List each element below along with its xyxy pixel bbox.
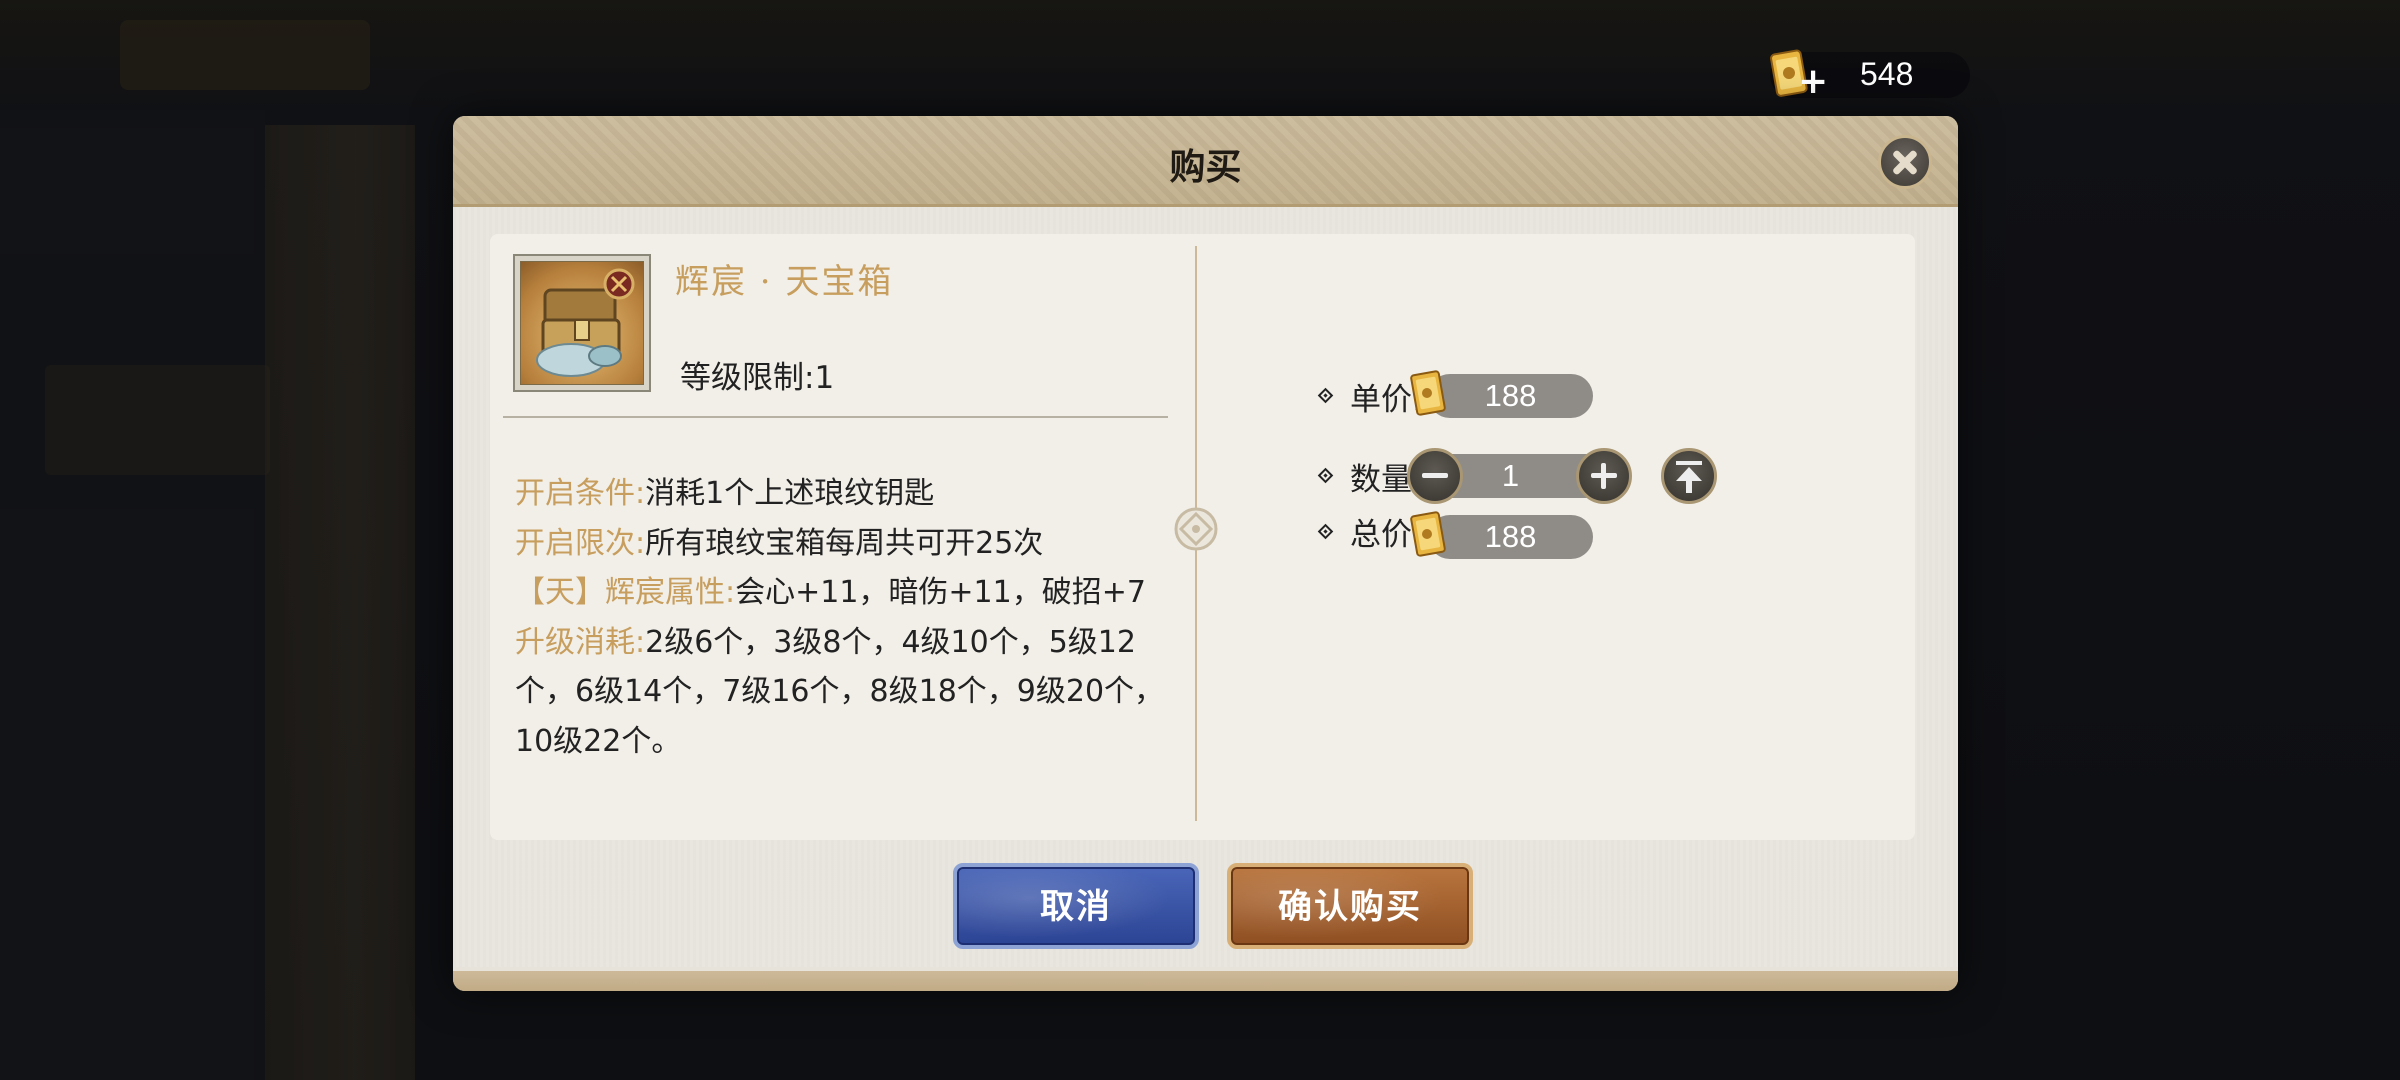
confirm-purchase-button[interactable]: 确认购买 (1227, 863, 1473, 949)
currency-display[interactable]: + 548 (1770, 49, 1970, 100)
max-quantity-button[interactable] (1661, 448, 1717, 504)
ticket-currency-icon (1410, 511, 1446, 557)
plus-icon-vertical (1601, 463, 1606, 489)
open-condition-value: 消耗1个上述琅纹钥匙 (645, 476, 935, 511)
item-name: 辉宸 · 天宝箱 (675, 262, 894, 302)
item-divider (503, 416, 1168, 418)
decrease-quantity-button[interactable] (1407, 448, 1463, 504)
upgrade-label: 升级消耗: (515, 624, 646, 660)
attribute-value: 会心+11，暗伤+11，破招+7 (735, 575, 1146, 610)
currency-add-icon[interactable]: + (1798, 64, 1828, 100)
close-button[interactable] (1878, 135, 1932, 189)
purchase-dialog: 购买 辉宸 · 天宝箱 等级限制:1 开启条件:消耗1个上述琅纹钥匙 开启限次:… (453, 116, 1958, 991)
upgrade-line: 升级消耗:2级6个，3级8个，4级10个，5级12个，6级14个，7级16个，8… (515, 618, 1165, 767)
ticket-currency-icon (1410, 370, 1446, 416)
dialog-bottom-border (453, 971, 1958, 991)
open-limit-line: 开启限次:所有琅纹宝箱每周共可开25次 (515, 519, 1165, 569)
item-icon-frame[interactable] (513, 254, 651, 392)
treasure-chest-icon (520, 261, 644, 385)
cancel-button[interactable]: 取消 (953, 863, 1199, 949)
item-description: 开启条件:消耗1个上述琅纹钥匙 开启限次:所有琅纹宝箱每周共可开25次 【天】辉… (515, 469, 1165, 766)
arrow-stem (1686, 479, 1692, 493)
attribute-label: 【天】辉宸属性: (515, 575, 736, 610)
total-price-field: 188 (1428, 515, 1593, 559)
unit-price-field: 188 (1428, 374, 1593, 418)
dialog-header: 购买 (453, 116, 1958, 207)
open-condition-line: 开启条件:消耗1个上述琅纹钥匙 (515, 469, 1165, 519)
currency-amount: 548 (1860, 56, 1914, 92)
open-condition-label: 开启条件: (515, 476, 646, 511)
open-limit-value: 所有琅纹宝箱每周共可开25次 (645, 525, 1044, 561)
max-icon (1676, 461, 1702, 465)
attribute-line: 【天】辉宸属性:会心+11，暗伤+11，破招+7 (515, 568, 1165, 618)
ornament-icon (1174, 507, 1218, 551)
dialog-title: 购买 (1169, 146, 1242, 188)
open-limit-label: 开启限次: (515, 525, 646, 561)
level-limit: 等级限制:1 (680, 360, 835, 396)
minus-icon (1422, 473, 1448, 478)
increase-quantity-button[interactable] (1576, 448, 1632, 504)
